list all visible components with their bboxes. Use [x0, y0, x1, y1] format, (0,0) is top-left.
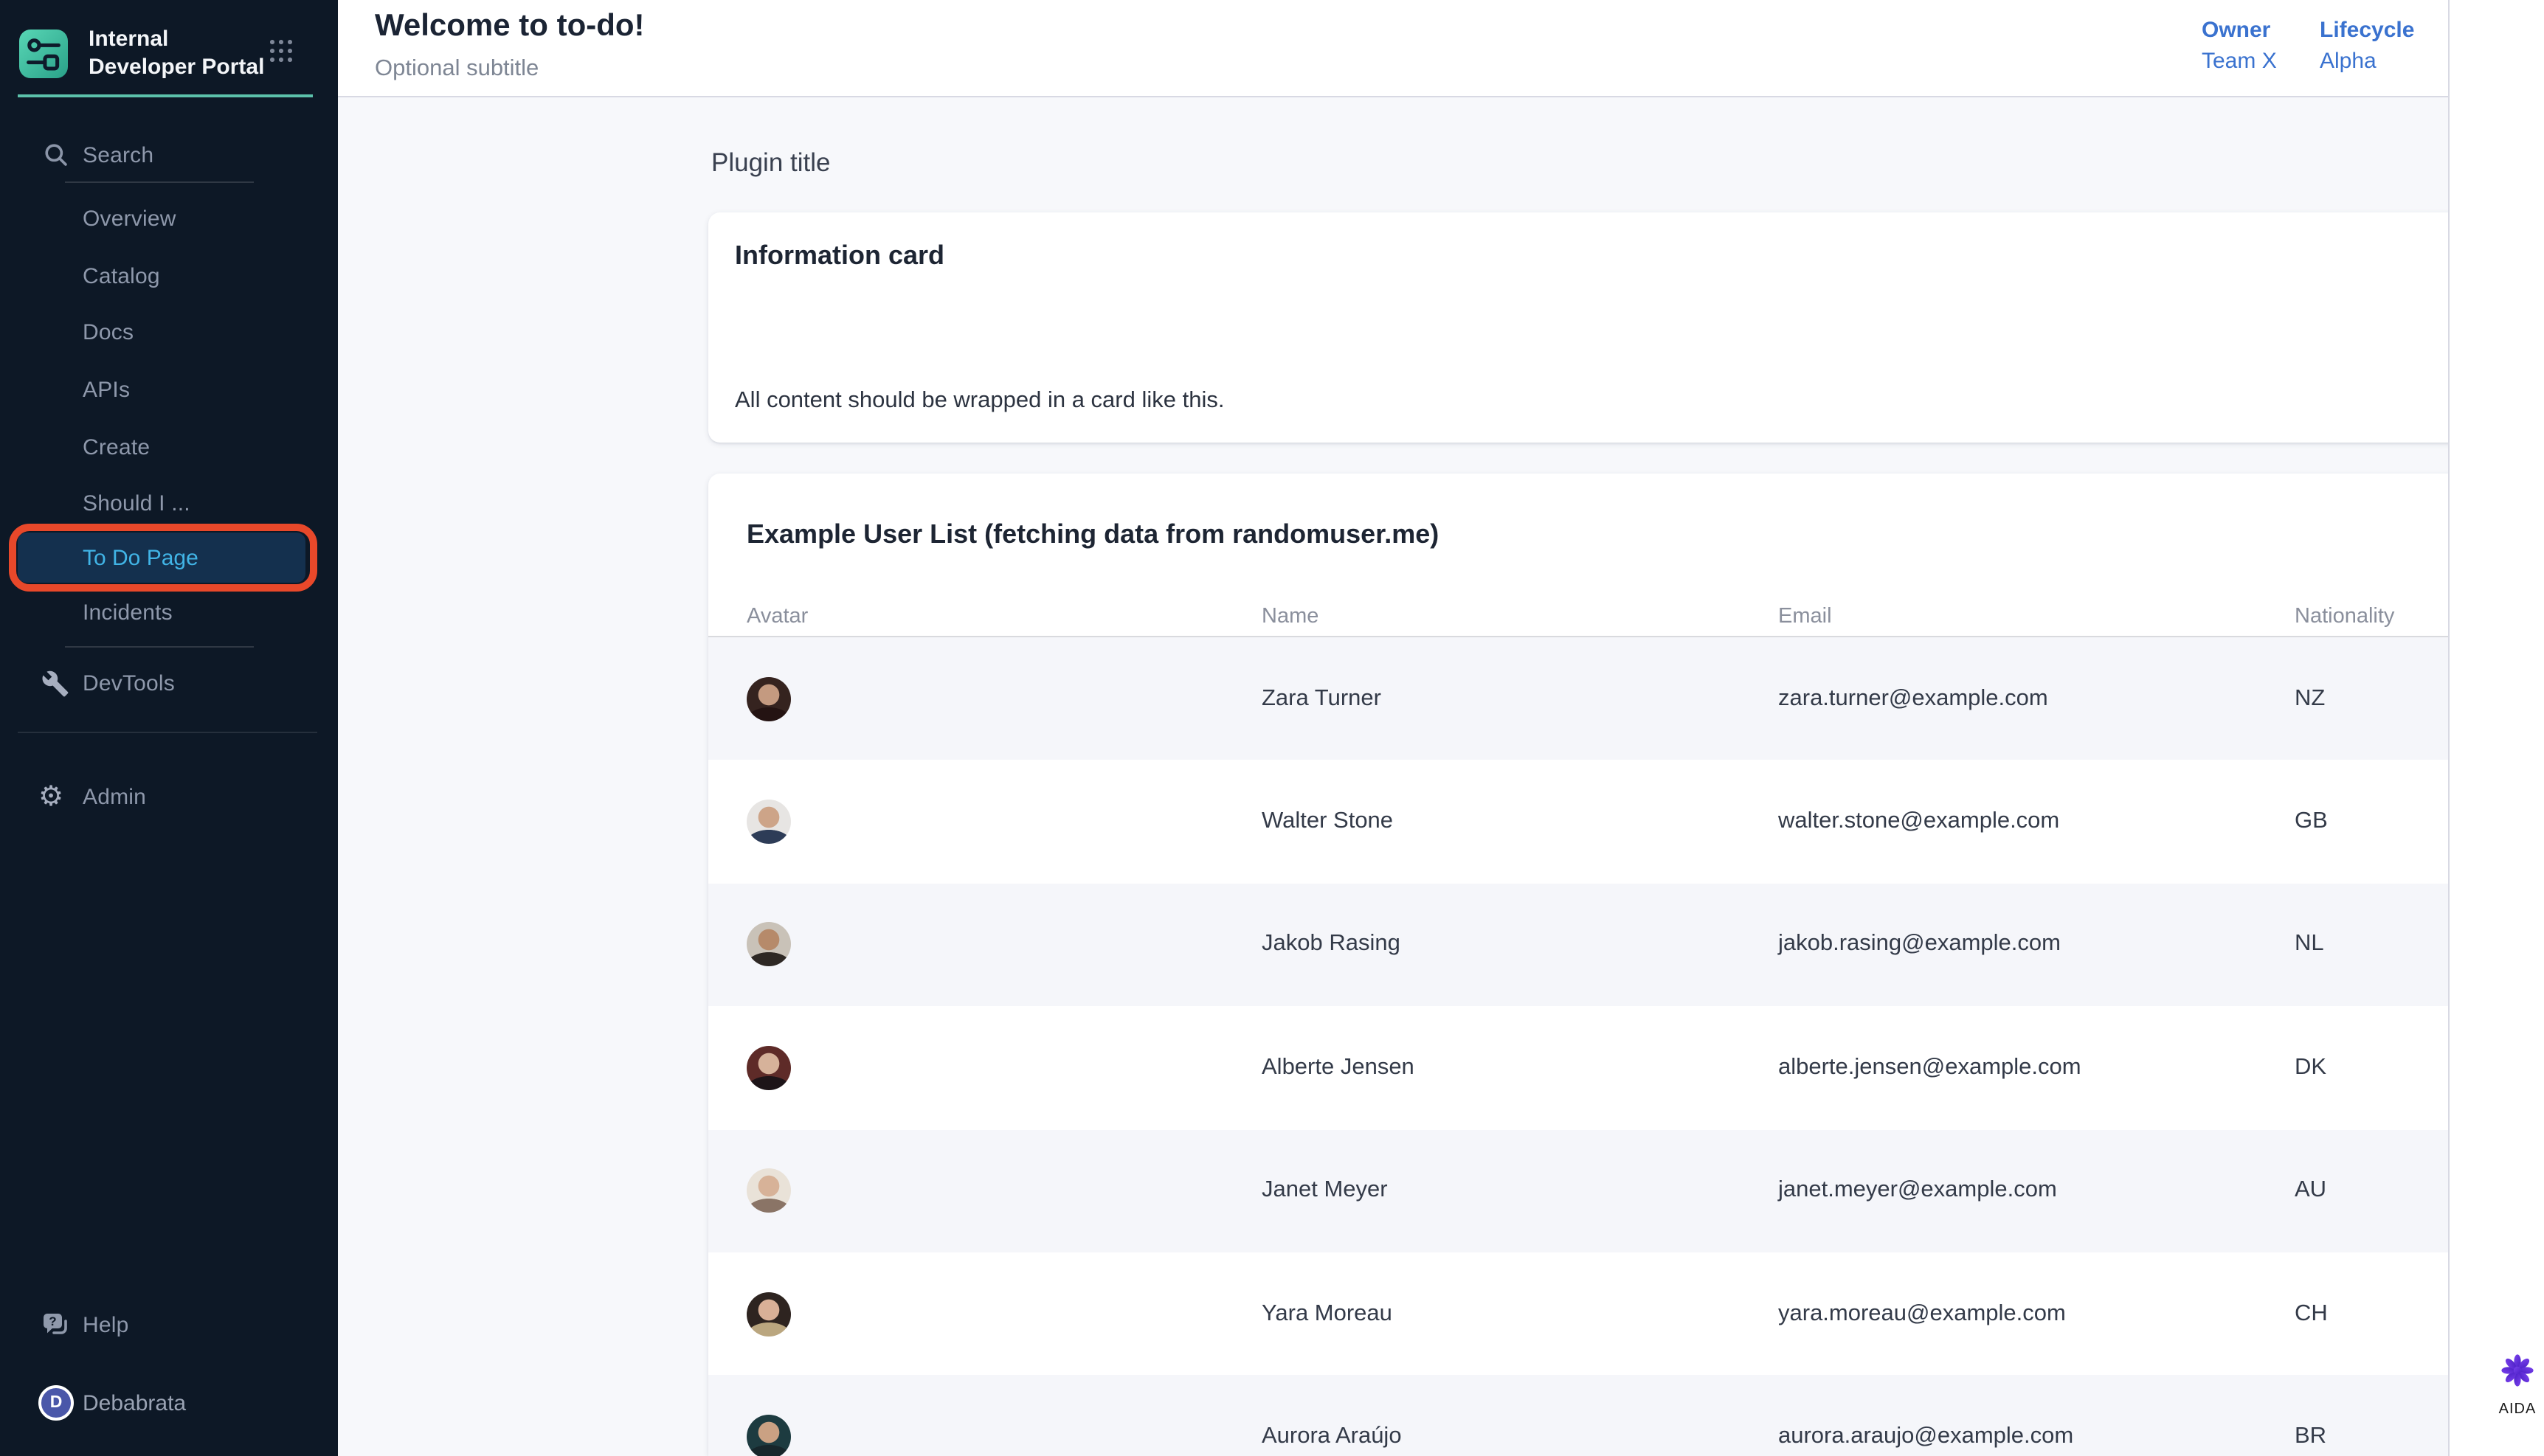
- user-email-cell: aurora.araujo@example.com: [1778, 1424, 2295, 1450]
- sidebar-item-label: Catalog: [83, 264, 160, 289]
- user-name-cell: Jakob Rasing: [1262, 932, 1778, 958]
- sidebar-item-label: Overview: [83, 207, 176, 232]
- sidebar-nav: Overview Catalog Docs APIs Create: [0, 191, 338, 533]
- user-list-card: Example User List (fetching data from ra…: [708, 474, 2544, 1456]
- sidebar-nav-item[interactable]: Catalog: [0, 248, 338, 305]
- user-list-title: Example User List (fetching data from ra…: [747, 519, 1439, 550]
- sidebar: Internal Developer Portal Search Overvie…: [0, 0, 338, 1456]
- user-photo-avatar: [747, 676, 791, 721]
- owner-label: Owner: [2202, 18, 2277, 43]
- owner-link[interactable]: Owner Team X: [2202, 18, 2277, 74]
- sidebar-item-label: Create: [83, 434, 150, 460]
- information-card-body: All content should be wrapped in a card …: [735, 387, 1224, 414]
- gear-icon: ⚙: [38, 783, 63, 811]
- main-content: Welcome to to-do! Optional subtitle Owne…: [338, 0, 2448, 1456]
- user-photo-avatar: [747, 1169, 791, 1213]
- sidebar-item-label: DevTools: [83, 670, 175, 696]
- sidebar-nav-item[interactable]: APIs: [0, 362, 338, 419]
- portal-title: Internal Developer Portal: [89, 25, 272, 81]
- column-header-avatar: Avatar: [747, 605, 1262, 628]
- table-row: Alberte Jensen alberte.jensen@example.co…: [708, 1006, 2544, 1129]
- sidebar-nav-item[interactable]: Docs: [0, 305, 338, 361]
- user-photo-avatar: [747, 800, 791, 844]
- sidebar-item-label: Incidents: [83, 600, 173, 625]
- table-row: Walter Stone walter.stone@example.com GB: [708, 760, 2544, 884]
- owner-value: Team X: [2202, 49, 2277, 74]
- sidebar-item-label: To Do Page: [83, 545, 198, 570]
- user-name-cell: Alberte Jensen: [1262, 1055, 1778, 1081]
- lifecycle-link[interactable]: Lifecycle Alpha: [2320, 18, 2414, 74]
- user-email-cell: jakob.rasing@example.com: [1778, 932, 2295, 958]
- user-email-cell: yara.moreau@example.com: [1778, 1300, 2295, 1327]
- information-card-title: Information card: [735, 240, 944, 271]
- user-email-cell: janet.meyer@example.com: [1778, 1178, 2295, 1204]
- column-header-email: Email: [1778, 605, 2295, 628]
- sidebar-user[interactable]: D Debabrata: [0, 1385, 338, 1421]
- sidebar-item-label: Help: [83, 1312, 129, 1337]
- page-subtitle: Optional subtitle: [375, 55, 539, 82]
- column-header-name: Name: [1262, 605, 1778, 628]
- aida-widget[interactable]: AIDA: [2495, 1353, 2540, 1418]
- sidebar-item-label: Should I ...: [83, 492, 190, 517]
- sidebar-nav-item[interactable]: Create: [0, 419, 338, 476]
- sidebar-item-devtools[interactable]: DevTools: [0, 655, 338, 711]
- page-title: Welcome to to-do!: [375, 9, 645, 44]
- sidebar-item-label: Search: [83, 142, 153, 167]
- user-name-cell: Aurora Araújo: [1262, 1424, 1778, 1450]
- sidebar-item-label: APIs: [83, 378, 130, 403]
- user-email-cell: alberte.jensen@example.com: [1778, 1055, 2295, 1081]
- user-photo-avatar: [747, 1292, 791, 1336]
- sidebar-item-search[interactable]: Search: [0, 127, 338, 183]
- right-gutter: AIDA: [2448, 0, 2544, 1456]
- user-photo-avatar: [747, 1046, 791, 1090]
- page-header: Welcome to to-do! Optional subtitle Owne…: [338, 0, 2448, 97]
- user-name-cell: Yara Moreau: [1262, 1300, 1778, 1327]
- apps-grid-icon[interactable]: [270, 40, 292, 62]
- sidebar-divider: [65, 181, 254, 183]
- table-header: Avatar Name Email Nationality: [708, 597, 2544, 636]
- user-photo-avatar: [747, 1415, 791, 1456]
- wrench-icon: [41, 669, 69, 697]
- sidebar-divider: [18, 732, 317, 733]
- search-icon: [43, 142, 69, 168]
- sidebar-accent-divider: [18, 94, 313, 97]
- table-row: Yara Moreau yara.moreau@example.com CH: [708, 1252, 2544, 1376]
- sidebar-item-to-do-page[interactable]: To Do Page: [18, 533, 305, 583]
- lifecycle-value: Alpha: [2320, 49, 2414, 74]
- sidebar-item-help[interactable]: ? Help: [0, 1297, 338, 1353]
- sidebar-item-label: Admin: [83, 784, 146, 809]
- table-row: Jakob Rasing jakob.rasing@example.com NL: [708, 884, 2544, 1007]
- information-card: Information card All content should be w…: [708, 212, 2544, 442]
- table-row: Zara Turner zara.turner@example.com NZ: [708, 637, 2544, 760]
- sidebar-divider: [65, 646, 254, 648]
- aida-pinwheel-icon: [2500, 1353, 2535, 1388]
- user-name-label: Debabrata: [83, 1390, 186, 1415]
- lifecycle-label: Lifecycle: [2320, 18, 2414, 43]
- user-name-cell: Walter Stone: [1262, 808, 1778, 835]
- sidebar-item-incidents[interactable]: Incidents: [0, 584, 338, 640]
- plugin-title: Plugin title: [711, 148, 831, 178]
- sidebar-item-admin[interactable]: ⚙ Admin: [0, 769, 338, 825]
- user-photo-avatar: [747, 923, 791, 967]
- user-email-cell: zara.turner@example.com: [1778, 685, 2295, 712]
- annotation-highlight-box: To Do Page: [9, 524, 317, 592]
- help-chat-icon: ?: [41, 1310, 71, 1339]
- user-name-cell: Zara Turner: [1262, 685, 1778, 712]
- sidebar-nav-item[interactable]: Overview: [0, 191, 338, 248]
- help-question-glyph: ?: [49, 1314, 56, 1328]
- portal-logo-icon: [19, 30, 68, 78]
- sidebar-item-label: Docs: [83, 321, 134, 346]
- aida-label: AIDA: [2495, 1401, 2540, 1418]
- table-row: Aurora Araújo aurora.araujo@example.com …: [708, 1376, 2544, 1456]
- user-name-cell: Janet Meyer: [1262, 1178, 1778, 1204]
- table-body: Zara Turner zara.turner@example.com NZ W…: [708, 636, 2544, 1456]
- table-row: Janet Meyer janet.meyer@example.com AU: [708, 1129, 2544, 1252]
- user-avatar-badge: D: [38, 1385, 74, 1421]
- user-email-cell: walter.stone@example.com: [1778, 808, 2295, 835]
